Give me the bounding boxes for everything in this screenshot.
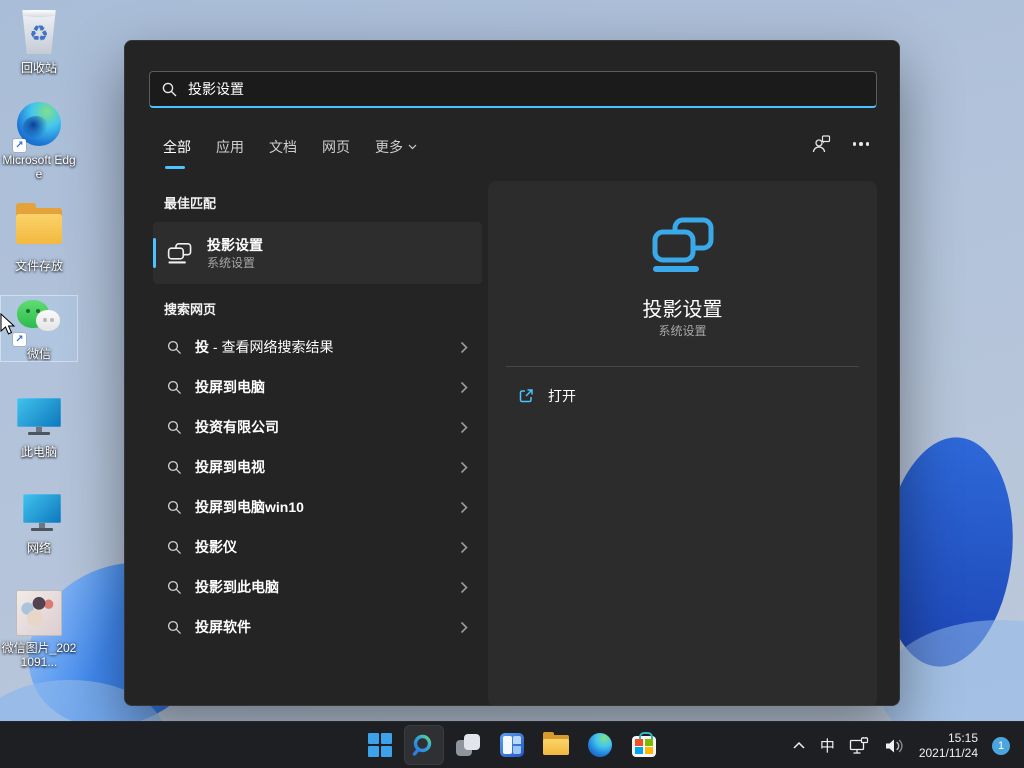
search-icon	[167, 540, 182, 555]
chevron-right-icon	[460, 581, 468, 594]
search-icon	[167, 580, 182, 595]
tab-documents[interactable]: 文档	[269, 137, 297, 169]
preview-panel: 投影设置 系统设置 打开	[488, 181, 877, 706]
best-match-title: 投影设置	[207, 236, 263, 255]
search-input[interactable]	[188, 81, 864, 97]
desktop-icon-label: 此电脑	[1, 445, 77, 459]
search-icon	[412, 733, 436, 757]
tab-web[interactable]: 网页	[322, 137, 350, 169]
chevron-right-icon	[460, 461, 468, 474]
file-explorer-icon	[543, 735, 569, 755]
projection-icon	[167, 242, 193, 265]
desktop-icon-network[interactable]: 网络	[1, 490, 77, 555]
desktop-icon-file-folder[interactable]: 文件存放	[1, 200, 77, 273]
tray-date: 2021/11/24	[919, 746, 978, 761]
tab-more[interactable]: 更多	[375, 137, 417, 169]
windows-logo-icon	[368, 733, 392, 757]
suggestion-row[interactable]: 投资有限公司	[153, 407, 482, 447]
best-match-header: 最佳匹配	[164, 193, 216, 212]
search-taskbar-button[interactable]	[404, 725, 444, 765]
edge-button[interactable]	[580, 725, 620, 765]
preview-title: 投影设置	[488, 293, 877, 322]
tray-time: 15:15	[919, 731, 978, 746]
search-icon	[167, 340, 182, 355]
open-action[interactable]: 打开	[518, 381, 576, 411]
search-icon	[167, 380, 182, 395]
feedback-account-icon[interactable]	[812, 135, 831, 153]
best-match-subtitle: 系统设置	[207, 255, 263, 271]
store-icon	[632, 736, 656, 757]
taskbar: 中 15:15 2021/11/24 1	[0, 721, 1024, 768]
best-match-item[interactable]: 投影设置 系统设置	[153, 222, 482, 284]
search-box[interactable]	[149, 71, 877, 108]
search-icon	[167, 460, 182, 475]
desktop-icon-label: 微信图片_2021091...	[1, 641, 77, 669]
desktop-icon-label: 回收站	[1, 61, 77, 75]
volume-icon[interactable]	[885, 738, 905, 754]
desktop-icon-label: 网络	[1, 541, 77, 555]
task-view-icon	[456, 733, 480, 757]
chevron-right-icon	[460, 541, 468, 554]
suggestion-row[interactable]: 投影到此电脑	[153, 567, 482, 607]
desktop-icon-edge[interactable]: ↗ Microsoft Edge	[1, 100, 77, 181]
search-icon	[162, 82, 177, 97]
widgets-icon	[500, 733, 524, 757]
open-label: 打开	[548, 386, 576, 406]
search-flyout-window: 全部 应用 文档 网页 更多 最佳匹配 投影设置 系统设置 搜索网页	[124, 40, 900, 706]
chevron-right-icon	[460, 421, 468, 434]
notification-badge[interactable]: 1	[992, 737, 1010, 755]
desktop-icon-wechat-image[interactable]: 微信图片_2021091...	[1, 590, 77, 669]
projection-icon-large	[651, 217, 715, 273]
suggestion-row[interactable]: 投 - 查看网络搜索结果	[153, 327, 482, 367]
widgets-button[interactable]	[492, 725, 532, 765]
monitor-icon	[15, 394, 63, 438]
preview-subtitle: 系统设置	[488, 322, 877, 339]
mouse-cursor	[0, 313, 16, 337]
desktop-icon-label: 微信	[1, 347, 77, 361]
tab-all[interactable]: 全部	[163, 137, 191, 169]
task-view-button[interactable]	[448, 725, 488, 765]
search-icon	[167, 420, 182, 435]
search-icon	[167, 620, 182, 635]
chevron-right-icon	[460, 621, 468, 634]
selection-accent-bar	[153, 238, 156, 268]
web-search-suggestions: 投 - 查看网络搜索结果 投屏到电脑 投资有限公司 投屏到电视 投屏到电脑win…	[153, 327, 482, 647]
more-options-icon[interactable]	[853, 142, 870, 146]
ime-indicator[interactable]: 中	[820, 735, 835, 756]
tab-apps[interactable]: 应用	[216, 137, 244, 169]
search-filter-tabs: 全部 应用 文档 网页 更多	[163, 137, 417, 169]
desktop-icon-label: Microsoft Edge	[1, 153, 77, 181]
recycle-bin-icon: ♻	[20, 10, 58, 54]
desktop-icon-this-pc[interactable]: 此电脑	[1, 394, 77, 459]
shortcut-arrow-icon: ↗	[13, 139, 26, 152]
tray-chevron-up-icon[interactable]	[792, 741, 806, 750]
network-icon[interactable]	[849, 737, 871, 755]
store-button[interactable]	[624, 725, 664, 765]
open-external-icon	[518, 388, 534, 404]
search-icon	[167, 500, 182, 515]
system-tray: 中 15:15 2021/11/24 1	[792, 722, 1024, 768]
web-search-header: 搜索网页	[164, 299, 216, 318]
divider	[506, 366, 859, 367]
chevron-right-icon	[460, 381, 468, 394]
edge-icon	[588, 733, 612, 757]
desktop-icon-label: 文件存放	[1, 259, 77, 273]
image-thumbnail	[16, 590, 62, 636]
suggestion-row[interactable]: 投屏到电脑	[153, 367, 482, 407]
file-explorer-button[interactable]	[536, 725, 576, 765]
chevron-right-icon	[460, 341, 468, 354]
suggestion-row[interactable]: 投屏到电脑win10	[153, 487, 482, 527]
suggestion-row[interactable]: 投屏软件	[153, 607, 482, 647]
desktop-icon-recycle-bin[interactable]: ♻ 回收站	[1, 8, 77, 75]
chevron-right-icon	[460, 501, 468, 514]
chevron-down-icon	[408, 144, 417, 150]
clock[interactable]: 15:15 2021/11/24	[919, 731, 978, 761]
folder-icon	[16, 208, 62, 244]
suggestion-row[interactable]: 投屏到电视	[153, 447, 482, 487]
start-button[interactable]	[360, 725, 400, 765]
suggestion-row[interactable]: 投影仪	[153, 527, 482, 567]
network-monitor-icon	[15, 490, 63, 534]
